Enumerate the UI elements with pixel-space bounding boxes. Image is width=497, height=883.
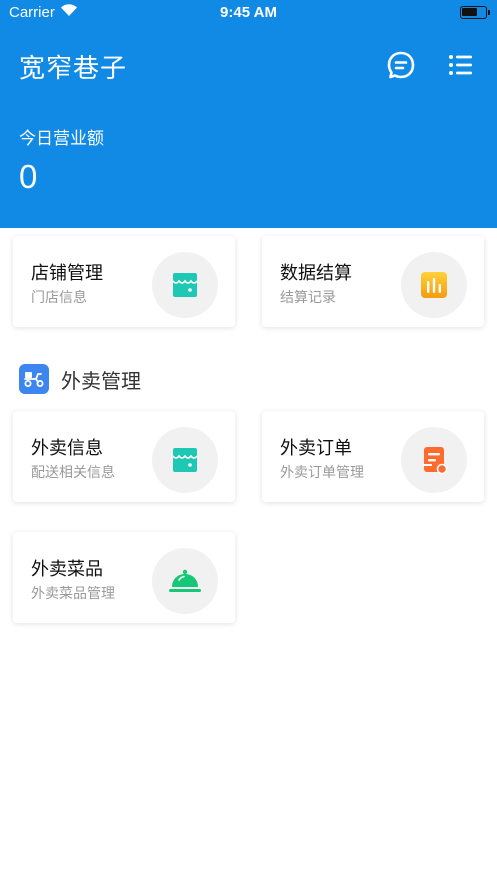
- section-title: 外卖管理: [61, 368, 141, 393]
- card-subtitle: 外卖菜品管理: [31, 586, 115, 602]
- header: 宽窄巷子 今日营业额 0: [0, 0, 497, 228]
- bar-chart-icon: [401, 252, 467, 318]
- card-subtitle: 结算记录: [280, 290, 336, 306]
- card-title: 外卖信息: [31, 438, 103, 459]
- card-subtitle: 门店信息: [31, 290, 87, 306]
- revenue-value: 0: [19, 158, 38, 195]
- food-cloche-icon: [152, 548, 218, 614]
- card-data-settlement[interactable]: 数据结算 结算记录: [262, 236, 484, 327]
- app-title: 宽窄巷子: [19, 54, 128, 84]
- clock: 9:45 AM: [220, 4, 277, 21]
- list-icon[interactable]: [445, 49, 477, 81]
- store-icon: [152, 427, 218, 493]
- scooter-icon: [19, 364, 49, 394]
- card-delivery-orders[interactable]: 外卖订单 外卖订单管理: [262, 411, 484, 502]
- card-title: 数据结算: [280, 263, 352, 284]
- status-bar: Carrier 9:45 AM: [0, 0, 497, 26]
- card-title: 外卖菜品: [31, 559, 103, 580]
- order-receipt-icon: [401, 427, 467, 493]
- store-icon: [152, 252, 218, 318]
- card-delivery-dishes[interactable]: 外卖菜品 外卖菜品管理: [13, 532, 235, 623]
- card-delivery-info[interactable]: 外卖信息 配送相关信息: [13, 411, 235, 502]
- card-store-management[interactable]: 店铺管理 门店信息: [13, 236, 235, 327]
- revenue-label: 今日营业额: [19, 129, 104, 149]
- section-delivery-management: 外卖管理: [19, 364, 141, 394]
- card-title: 外卖订单: [280, 438, 352, 459]
- chat-bubble-icon[interactable]: [385, 49, 417, 81]
- battery-icon: [460, 6, 490, 19]
- card-title: 店铺管理: [31, 263, 103, 284]
- card-subtitle: 配送相关信息: [31, 465, 115, 481]
- card-subtitle: 外卖订单管理: [280, 465, 364, 481]
